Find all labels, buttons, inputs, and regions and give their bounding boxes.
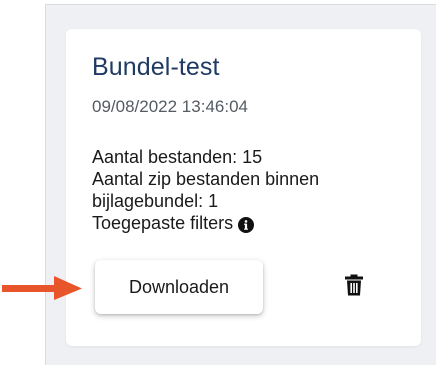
delete-button[interactable] bbox=[343, 274, 365, 298]
bundle-card: Bundel-test 09/08/2022 13:46:04 Aantal b… bbox=[66, 29, 421, 346]
applied-filters-row: Toegepaste filters bbox=[92, 212, 412, 234]
applied-filters-label: Toegepaste filters bbox=[92, 213, 234, 233]
download-button[interactable]: Downloaden bbox=[95, 260, 263, 314]
trash-icon bbox=[344, 274, 364, 299]
bundle-date: 09/08/2022 13:46:04 bbox=[92, 97, 248, 116]
bundle-title: Bundel-test bbox=[92, 53, 220, 81]
zip-count-text-line1: Aantal zip bestanden binnen bbox=[92, 169, 320, 189]
arrow-right-icon bbox=[2, 276, 82, 300]
zip-count-text-line2: bijlagebundel: 1 bbox=[92, 191, 219, 211]
screenshot-stage: Bundel-test 09/08/2022 13:46:04 Aantal b… bbox=[0, 0, 436, 365]
file-count-text: Aantal bestanden: 15 bbox=[92, 147, 263, 167]
info-circle-icon[interactable] bbox=[238, 216, 255, 233]
bundle-info: Aantal bestanden: 15 Aantal zip bestande… bbox=[92, 146, 412, 234]
